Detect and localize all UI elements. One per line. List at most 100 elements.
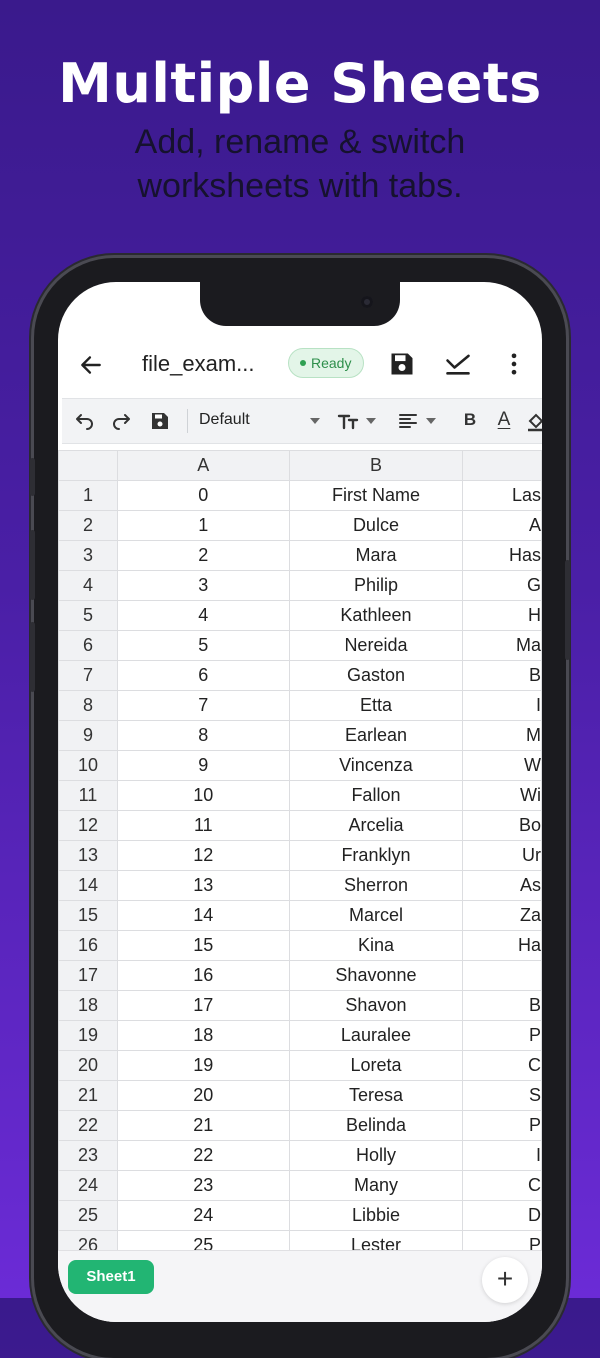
cell-b[interactable]: Kathleen bbox=[288, 600, 464, 631]
cell-c[interactable]: I bbox=[462, 1140, 542, 1171]
cell-a[interactable]: 12 bbox=[116, 840, 290, 871]
row-number-cell[interactable]: 22 bbox=[58, 1110, 118, 1141]
column-header-a[interactable]: A bbox=[116, 450, 290, 481]
cell-b[interactable]: Lester bbox=[288, 1230, 464, 1250]
text-color-button[interactable]: A bbox=[492, 409, 516, 433]
row-number-cell[interactable]: 26 bbox=[58, 1230, 118, 1250]
cell-c[interactable]: Za bbox=[462, 900, 542, 931]
text-size-icon[interactable] bbox=[336, 409, 360, 433]
cell-b[interactable]: Earlean bbox=[288, 720, 464, 751]
cell-b[interactable]: Shavonne bbox=[288, 960, 464, 991]
cell-a[interactable]: 2 bbox=[116, 540, 290, 571]
cell-c[interactable]: D bbox=[462, 1200, 542, 1231]
row-number-cell[interactable]: 20 bbox=[58, 1050, 118, 1081]
row-number-cell[interactable]: 16 bbox=[58, 930, 118, 961]
align-caret-icon[interactable] bbox=[426, 418, 436, 424]
row-number-cell[interactable]: 8 bbox=[58, 690, 118, 721]
cell-c[interactable]: P bbox=[462, 1110, 542, 1141]
cell-c[interactable]: Bo bbox=[462, 810, 542, 841]
row-number-cell[interactable]: 11 bbox=[58, 780, 118, 811]
cell-b[interactable]: Many bbox=[288, 1170, 464, 1201]
row-number-cell[interactable]: 10 bbox=[58, 750, 118, 781]
cell-a[interactable]: 14 bbox=[116, 900, 290, 931]
cell-b[interactable]: Vincenza bbox=[288, 750, 464, 781]
cell-c[interactable]: C bbox=[462, 1050, 542, 1081]
align-left-icon[interactable] bbox=[396, 409, 420, 433]
row-number-cell[interactable]: 5 bbox=[58, 600, 118, 631]
undo-icon[interactable] bbox=[72, 409, 96, 433]
cell-c[interactable]: I bbox=[462, 690, 542, 721]
sheet-tab-sheet1[interactable]: Sheet1 bbox=[68, 1260, 154, 1294]
floppy-disk-icon[interactable] bbox=[388, 350, 416, 378]
cell-a[interactable]: 13 bbox=[116, 870, 290, 901]
cell-c[interactable]: Ma bbox=[462, 630, 542, 661]
arrow-left-icon[interactable] bbox=[78, 352, 104, 378]
row-number-cell[interactable]: 21 bbox=[58, 1080, 118, 1111]
row-number-cell[interactable]: 7 bbox=[58, 660, 118, 691]
cell-b[interactable]: Teresa bbox=[288, 1080, 464, 1111]
row-number-cell[interactable]: 4 bbox=[58, 570, 118, 601]
cell-c[interactable]: Has bbox=[462, 540, 542, 571]
corner-cell[interactable] bbox=[58, 450, 118, 481]
floppy-disk-icon[interactable] bbox=[148, 409, 172, 433]
font-select[interactable]: Default bbox=[199, 411, 250, 429]
cell-b[interactable]: Dulce bbox=[288, 510, 464, 541]
cell-a[interactable]: 22 bbox=[116, 1140, 290, 1171]
cell-a[interactable]: 21 bbox=[116, 1110, 290, 1141]
cell-c[interactable]: S bbox=[462, 1080, 542, 1111]
cell-b[interactable]: Mara bbox=[288, 540, 464, 571]
cell-c[interactable]: P bbox=[462, 1230, 542, 1250]
cell-c[interactable] bbox=[462, 960, 542, 991]
row-number-cell[interactable]: 12 bbox=[58, 810, 118, 841]
cell-c[interactable]: Ha bbox=[462, 930, 542, 961]
cell-a[interactable]: 7 bbox=[116, 690, 290, 721]
row-number-cell[interactable]: 3 bbox=[58, 540, 118, 571]
cell-b[interactable]: Etta bbox=[288, 690, 464, 721]
cell-c[interactable]: B bbox=[462, 990, 542, 1021]
cell-a[interactable]: 8 bbox=[116, 720, 290, 751]
cell-b[interactable]: Loreta bbox=[288, 1050, 464, 1081]
cell-a[interactable]: 4 bbox=[116, 600, 290, 631]
cell-a[interactable]: 6 bbox=[116, 660, 290, 691]
cell-a[interactable]: 5 bbox=[116, 630, 290, 661]
column-header-b[interactable]: B bbox=[288, 450, 464, 481]
row-number-cell[interactable]: 15 bbox=[58, 900, 118, 931]
cell-b[interactable]: Sherron bbox=[288, 870, 464, 901]
cell-a[interactable]: 15 bbox=[116, 930, 290, 961]
column-header-c[interactable] bbox=[462, 450, 542, 481]
cell-b[interactable]: Arcelia bbox=[288, 810, 464, 841]
cell-c[interactable]: A bbox=[462, 510, 542, 541]
cell-a[interactable]: 10 bbox=[116, 780, 290, 811]
row-number-cell[interactable]: 18 bbox=[58, 990, 118, 1021]
cell-c[interactable]: W bbox=[462, 750, 542, 781]
row-number-cell[interactable]: 2 bbox=[58, 510, 118, 541]
cell-a[interactable]: 25 bbox=[116, 1230, 290, 1250]
cell-a[interactable]: 18 bbox=[116, 1020, 290, 1051]
row-number-cell[interactable]: 24 bbox=[58, 1170, 118, 1201]
row-number-cell[interactable]: 13 bbox=[58, 840, 118, 871]
row-number-cell[interactable]: 6 bbox=[58, 630, 118, 661]
cell-b[interactable]: Franklyn bbox=[288, 840, 464, 871]
add-sheet-button[interactable]: + bbox=[482, 1257, 528, 1303]
cell-c[interactable]: G bbox=[462, 570, 542, 601]
row-number-cell[interactable]: 23 bbox=[58, 1140, 118, 1171]
check-download-icon[interactable] bbox=[444, 350, 472, 378]
cell-b[interactable]: Philip bbox=[288, 570, 464, 601]
row-number-cell[interactable]: 9 bbox=[58, 720, 118, 751]
cell-b[interactable]: Libbie bbox=[288, 1200, 464, 1231]
cell-a[interactable]: 17 bbox=[116, 990, 290, 1021]
more-vertical-icon[interactable] bbox=[500, 350, 528, 378]
cell-c[interactable]: H bbox=[462, 600, 542, 631]
cell-b[interactable]: Belinda bbox=[288, 1110, 464, 1141]
cell-c[interactable]: B bbox=[462, 660, 542, 691]
bold-button[interactable]: B bbox=[458, 410, 482, 434]
cell-b[interactable]: Lauralee bbox=[288, 1020, 464, 1051]
cell-a[interactable]: 9 bbox=[116, 750, 290, 781]
cell-b[interactable]: Fallon bbox=[288, 780, 464, 811]
cell-a[interactable]: 3 bbox=[116, 570, 290, 601]
row-number-cell[interactable]: 17 bbox=[58, 960, 118, 991]
cell-a[interactable]: 0 bbox=[116, 480, 290, 511]
cell-b[interactable]: Nereida bbox=[288, 630, 464, 661]
cell-a[interactable]: 11 bbox=[116, 810, 290, 841]
cell-a[interactable]: 16 bbox=[116, 960, 290, 991]
